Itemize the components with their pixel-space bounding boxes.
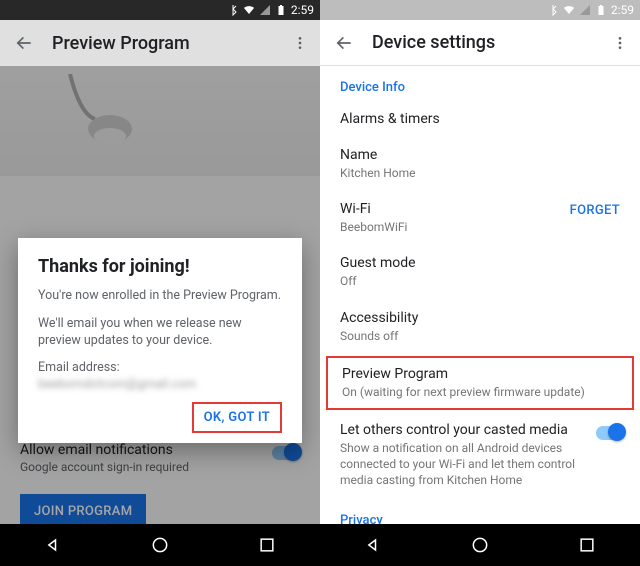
dialog-line1: You're now enrolled in the Preview Progr… xyxy=(38,287,282,305)
setting-alarms[interactable]: Alarms & timers xyxy=(320,101,640,137)
setting-title: Accessibility xyxy=(340,310,620,326)
overflow-menu[interactable] xyxy=(608,35,632,51)
nav-back-icon[interactable] xyxy=(43,535,63,555)
wifi-icon xyxy=(243,4,255,16)
left-phone: 2:59 Preview Program P B new features ea… xyxy=(0,0,320,566)
setting-title: Name xyxy=(340,147,620,163)
setting-cast-control[interactable]: Let others control your casted media Sho… xyxy=(320,412,640,499)
arrow-back-icon xyxy=(334,33,354,53)
setting-sub: On (waiting for next preview firmware up… xyxy=(342,384,592,400)
dialog-email-label: Email address: xyxy=(38,360,282,375)
nav-bar xyxy=(320,524,640,566)
setting-guest-mode[interactable]: Guest mode Off xyxy=(320,245,640,299)
back-button[interactable] xyxy=(8,33,40,53)
ok-got-it-button[interactable]: OK, GOT IT xyxy=(192,402,282,433)
app-bar: Preview Program xyxy=(0,20,320,66)
back-button[interactable] xyxy=(328,33,360,53)
setting-title: Preview Program xyxy=(342,366,618,382)
nav-recent-icon[interactable] xyxy=(577,535,597,555)
nav-bar xyxy=(0,524,320,566)
clock: 2:59 xyxy=(611,3,634,17)
nav-home-icon[interactable] xyxy=(150,535,170,555)
dialog-line2: We'll email you when we release new prev… xyxy=(38,315,282,350)
signal-icon xyxy=(579,4,591,16)
page-title: Preview Program xyxy=(52,33,288,54)
thanks-dialog: Thanks for joining! You're now enrolled … xyxy=(18,238,302,443)
setting-sub: Off xyxy=(340,273,590,289)
page-title: Device settings xyxy=(372,32,608,53)
setting-wifi[interactable]: Wi-Fi BeebomWiFi FORGET xyxy=(320,191,640,245)
dialog-title: Thanks for joining! xyxy=(38,256,282,277)
clock: 2:59 xyxy=(291,3,314,17)
more-vert-icon xyxy=(292,35,308,51)
battery-icon xyxy=(275,4,287,16)
nav-recent-icon[interactable] xyxy=(257,535,277,555)
battery-icon xyxy=(595,4,607,16)
signal-icon xyxy=(259,4,271,16)
setting-sub: Sounds off xyxy=(340,328,590,344)
setting-title: Let others control your casted media xyxy=(340,422,620,438)
forget-wifi-button[interactable]: FORGET xyxy=(570,203,620,218)
cast-control-switch[interactable] xyxy=(596,426,624,440)
overflow-menu[interactable] xyxy=(288,35,312,51)
app-bar: Device settings xyxy=(320,20,640,66)
right-phone: 2:59 Device settings Device Info Alarms … xyxy=(320,0,640,566)
status-bar: 2:59 xyxy=(320,0,640,20)
wifi-icon xyxy=(563,4,575,16)
device-info-header: Device Info xyxy=(320,66,640,101)
setting-preview-program[interactable]: Preview Program On (waiting for next pre… xyxy=(326,356,634,410)
setting-sub: Show a notification on all Android devic… xyxy=(340,440,590,489)
setting-name[interactable]: Name Kitchen Home xyxy=(320,137,640,191)
setting-sub: BeebomWiFi xyxy=(340,219,590,235)
more-vert-icon xyxy=(612,35,628,51)
setting-title: Guest mode xyxy=(340,255,620,271)
status-bar: 2:59 xyxy=(0,0,320,20)
settings-list: Device Info Alarms & timers Name Kitchen… xyxy=(320,66,640,524)
nav-back-icon[interactable] xyxy=(363,535,383,555)
bluetooth-icon xyxy=(227,4,239,16)
content-area: P B new features early. Allow email noti… xyxy=(0,66,320,524)
privacy-header: Privacy xyxy=(320,499,640,525)
arrow-back-icon xyxy=(14,33,34,53)
nav-home-icon[interactable] xyxy=(470,535,490,555)
setting-sub: Kitchen Home xyxy=(340,165,590,181)
setting-title: Alarms & timers xyxy=(340,111,620,127)
bluetooth-icon xyxy=(547,4,559,16)
setting-accessibility[interactable]: Accessibility Sounds off xyxy=(320,300,640,354)
dialog-email-value: beebomdotcom@gmail.com xyxy=(38,377,282,392)
